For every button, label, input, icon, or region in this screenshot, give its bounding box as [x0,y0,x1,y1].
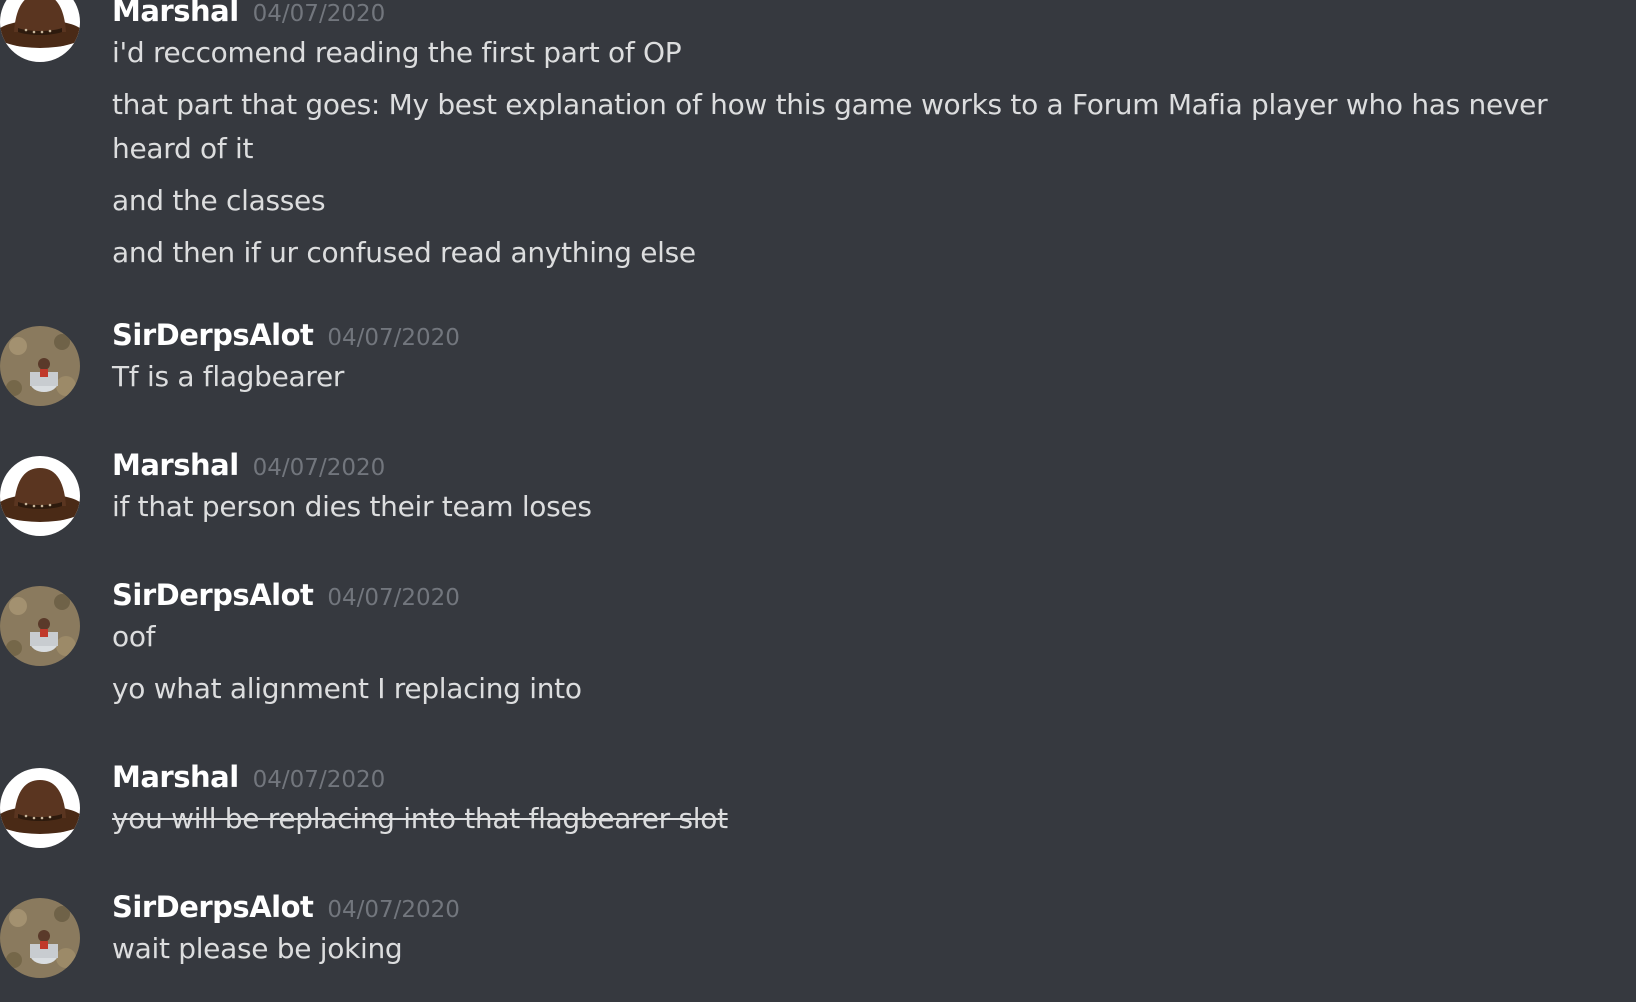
message-list: you will be replacing into that flagbear… [112,797,1592,849]
message-list: Tf is a flagbearer [112,355,1592,407]
message-text: i'd reccomend reading the first part of … [112,36,682,69]
username[interactable]: SirDerpsAlot [112,890,314,924]
timestamp: 04/07/2020 [252,1,386,27]
message-header: SirDerpsAlot 04/07/2020 [112,578,460,618]
message-list: wait please be joking [112,927,1592,979]
timestamp: 04/07/2020 [252,455,386,481]
message-text-strikethrough: you will be replacing into that flagbear… [112,802,728,835]
message-header: Marshal 04/07/2020 [112,760,385,800]
cowboy-hat-avatar-icon[interactable] [0,456,80,536]
timestamp: 04/07/2020 [327,585,460,611]
bucket-person-avatar-icon[interactable] [0,586,80,666]
message-text: if that person dies their team loses [112,490,592,523]
timestamp: 04/07/2020 [252,767,386,793]
timestamp: 04/07/2020 [327,325,460,351]
message-text: that part that goes: My best explanation… [112,88,1548,165]
timestamp: 04/07/2020 [327,897,460,923]
message-text: oof [112,620,156,653]
username[interactable]: Marshal [112,448,239,482]
message-header: SirDerpsAlot 04/07/2020 [112,318,460,358]
message-text: and the classes [112,184,326,217]
username[interactable]: Marshal [112,0,239,28]
message-header: Marshal 04/07/2020 [112,448,385,488]
message-text: Tf is a flagbearer [112,360,345,393]
chat-message-list: Marshal 04/07/2020 i'd reccomend reading … [0,0,1636,1002]
username[interactable]: SirDerpsAlot [112,578,314,612]
cowboy-hat-avatar-icon[interactable] [0,768,80,848]
message-list: i'd reccomend reading the first part of … [112,31,1592,283]
message-list: oof yo what alignment I replacing into [112,615,1592,719]
message-text: wait please be joking [112,932,403,965]
cowboy-hat-avatar-icon[interactable] [0,0,80,62]
message-text: and then if ur confused read anything el… [112,236,696,269]
message-list: if that person dies their team loses [112,485,1592,537]
message-text: yo what alignment I replacing into [112,672,582,705]
message-header: Marshal 04/07/2020 [112,0,385,34]
username[interactable]: SirDerpsAlot [112,318,314,352]
bucket-person-avatar-icon[interactable] [0,898,80,978]
username[interactable]: Marshal [112,760,239,794]
message-header: SirDerpsAlot 04/07/2020 [112,890,460,930]
bucket-person-avatar-icon[interactable] [0,326,80,406]
